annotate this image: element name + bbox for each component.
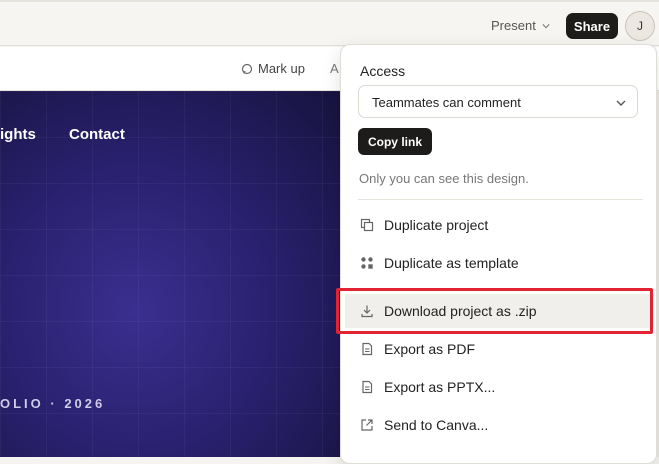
- chevron-down-icon: [616, 100, 626, 106]
- menu-item-label: Export as PDF: [384, 341, 476, 357]
- canvas-nav-contact: Contact: [69, 126, 125, 143]
- duplicate-icon: [360, 218, 374, 232]
- divider: [358, 199, 643, 200]
- export-pdf-item[interactable]: Export as PDF: [345, 332, 654, 366]
- share-button[interactable]: Share: [566, 13, 618, 39]
- access-select-value: Teammates can comment: [372, 95, 521, 110]
- duplicate-as-template-item[interactable]: Duplicate as template: [345, 246, 654, 280]
- export-pptx-item[interactable]: Export as PPTX...: [345, 370, 654, 404]
- access-label: Access: [360, 63, 406, 79]
- external-link-icon: [361, 419, 373, 431]
- menu-item-label: Duplicate as template: [384, 255, 519, 271]
- mark-up-label: Mark up: [258, 61, 305, 76]
- menu-item-label: Download project as .zip: [384, 303, 537, 319]
- download-icon: [361, 305, 373, 318]
- access-select[interactable]: Teammates can comment: [358, 85, 638, 118]
- template-icon: [361, 257, 373, 269]
- share-menu: Access Teammates can comment Copy link O…: [340, 44, 657, 464]
- avatar[interactable]: J: [625, 11, 655, 41]
- duplicate-project-item[interactable]: Duplicate project: [345, 208, 654, 242]
- menu-item-label: Duplicate project: [384, 217, 489, 233]
- present-button[interactable]: Present: [491, 18, 550, 33]
- download-zip-item[interactable]: Download project as .zip: [345, 294, 654, 328]
- present-label: Present: [491, 18, 536, 33]
- chevron-down-icon: [542, 23, 550, 28]
- document-icon: [362, 380, 373, 394]
- menu-item-label: Send to Canva...: [384, 417, 489, 433]
- menu-item-label: Export as PPTX...: [384, 379, 496, 395]
- mark-up-button[interactable]: Mark up: [241, 61, 305, 76]
- canvas-nav-item: ights: [0, 126, 36, 143]
- copy-link-button[interactable]: Copy link: [358, 128, 432, 155]
- top-bar: Present Share J: [0, 0, 659, 46]
- portfolio-caption: OLIO · 2026: [0, 396, 106, 411]
- toolbar-truncated-item[interactable]: A: [330, 61, 339, 76]
- send-to-canva-item[interactable]: Send to Canva...: [345, 408, 654, 442]
- comment-icon: [241, 63, 253, 74]
- design-canvas[interactable]: ights Contact OLIO · 2026: [0, 91, 340, 457]
- visibility-note: Only you can see this design.: [359, 171, 529, 186]
- document-icon: [362, 342, 373, 356]
